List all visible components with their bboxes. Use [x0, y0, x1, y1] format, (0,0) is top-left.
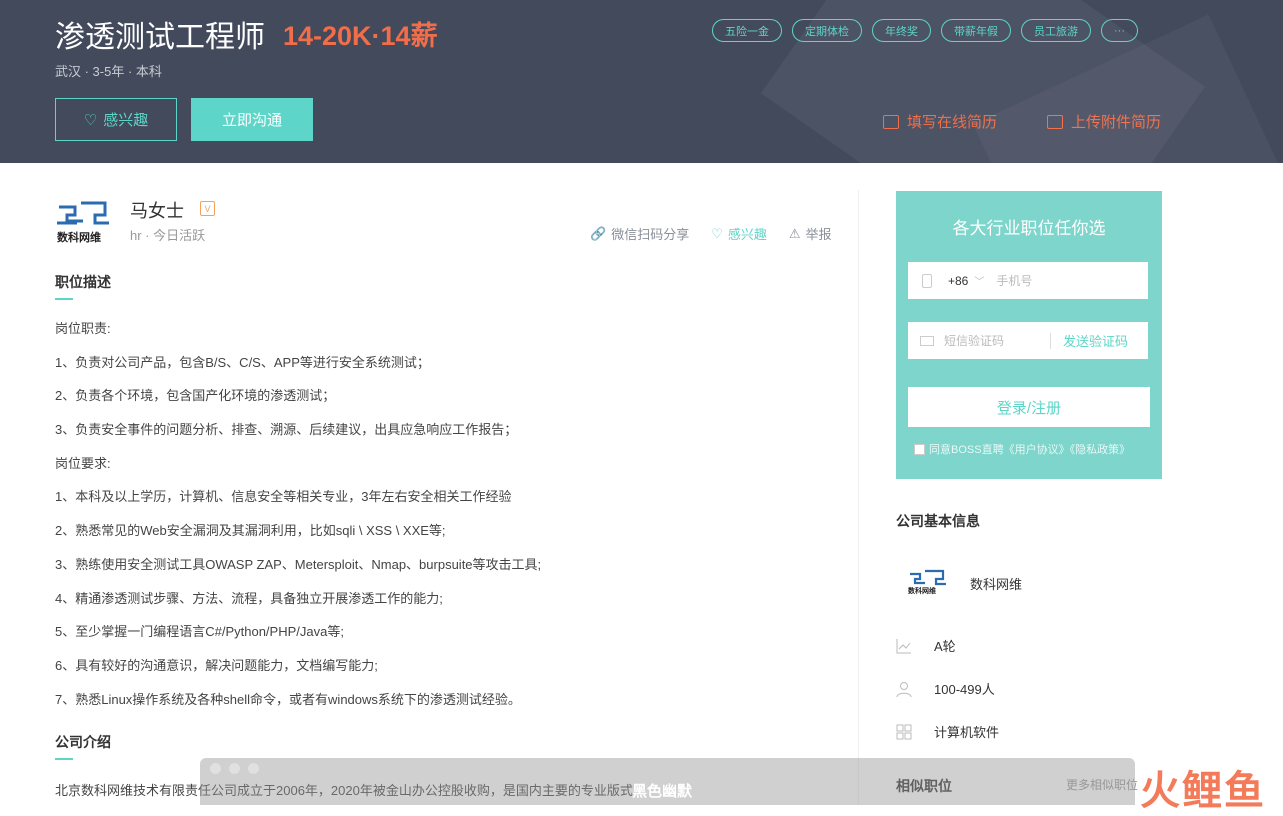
- company-industry: 计算机软件: [896, 722, 999, 741]
- heart-icon: ♡: [711, 225, 723, 241]
- benefit-tag: 年终奖: [872, 19, 931, 42]
- interest-action-label: 感兴趣: [727, 227, 767, 242]
- desc-line: 7、熟悉Linux操作系统及各种shell命令，或者有windows系统下的渗透…: [55, 691, 521, 707]
- heart-icon: ♡: [83, 111, 98, 129]
- sms-code-field[interactable]: 短信验证码 发送验证码: [908, 322, 1148, 359]
- desc-line: 4、精通渗透测试步骤、方法、流程，具备独立开展渗透工作的能力;: [55, 590, 443, 606]
- interest-button[interactable]: ♡ 感兴趣: [55, 98, 177, 141]
- fill-resume-label: 填写在线简历: [907, 114, 998, 131]
- interest-action[interactable]: ♡ 感兴趣: [711, 224, 767, 243]
- fill-resume-link[interactable]: 填写在线简历: [883, 111, 997, 132]
- benefit-tag: 员工旅游: [1021, 19, 1091, 42]
- person-icon: [896, 681, 912, 697]
- report-button[interactable]: ⚠ 举报: [789, 224, 832, 243]
- agree-label: 同意BOSS直聘《用户协议》《隐私政策》: [929, 444, 1131, 456]
- desc-line: 2、负责各个环境，包含国产化环境的渗透测试；: [55, 388, 336, 404]
- phone-input[interactable]: 手机号: [996, 272, 1032, 289]
- desc-line: 5、至少掌握一门编程语言C#/Python/PHP/Java等;: [55, 624, 344, 640]
- phone-field[interactable]: +86 ﹀ 手机号: [908, 262, 1148, 299]
- send-code-button[interactable]: 发送验证码: [1063, 331, 1128, 350]
- job-title: 渗透测试工程师: [55, 21, 265, 54]
- share-label: 微信扫码分享: [611, 227, 690, 242]
- desc-line: 1、本科及以上学历，计算机、信息安全等相关专业，3年左右安全相关工作经验: [55, 489, 512, 505]
- overlay-caption: 黑色幽默: [632, 783, 693, 800]
- logo-text: 数科网维: [57, 232, 101, 244]
- industry-label: 计算机软件: [934, 725, 1000, 740]
- chevron-down-icon: ﹀: [974, 277, 985, 288]
- recruiter-meta: hr · 今日活跃: [130, 228, 206, 243]
- desc-line: 岗位职责:: [55, 321, 111, 336]
- desc-line: 1、负责对公司产品，包含B/S、C/S、APP等进行安全系统测试；: [55, 354, 430, 370]
- company-name[interactable]: 数科网维: [970, 574, 1022, 593]
- sms-code-input[interactable]: 短信验证码: [944, 332, 1050, 349]
- upload-resume-label: 上传附件简历: [1071, 114, 1162, 131]
- company-size: 100-499人: [896, 679, 995, 698]
- benefit-tag: 带薪年假: [941, 19, 1011, 42]
- job-meta: 武汉 · 3-5年 · 本科: [55, 64, 162, 79]
- country-code-select[interactable]: +86: [948, 274, 968, 288]
- upload-icon: [1047, 114, 1063, 129]
- company-logo-small[interactable]: 数科网维: [900, 560, 950, 605]
- upload-resume-link[interactable]: 上传附件简历: [1047, 111, 1161, 132]
- login-panel: 各大行业职位任你选 +86 ﹀ 手机号 短信验证码 发送验证码 登录/注册 同意…: [896, 191, 1162, 479]
- link-icon: 🔗: [590, 225, 607, 241]
- job-header: 渗透测试工程师 14-20K·14薪 武汉 · 3-5年 · 本科 ♡ 感兴趣 …: [0, 0, 1283, 163]
- share-button[interactable]: 🔗 微信扫码分享: [590, 224, 689, 243]
- salary: 14-20K·14薪: [283, 21, 438, 51]
- divider: [1050, 332, 1051, 349]
- benefit-tags: 五险一金 定期体检 年终奖 带薪年假 员工旅游 ···: [712, 19, 1138, 42]
- benefit-tag: 五险一金: [712, 19, 782, 42]
- warning-icon: ⚠: [788, 225, 801, 241]
- size-label: 100-499人: [934, 682, 995, 697]
- job-description: 岗位职责: 1、负责对公司产品，包含B/S、C/S、APP等进行安全系统测试； …: [55, 320, 835, 724]
- watermark-logo: 火鲤鱼: [1140, 769, 1266, 813]
- agree-checkbox[interactable]: [914, 443, 925, 455]
- section-title-company-intro: 公司介绍: [55, 734, 111, 750]
- resume-icon: [883, 114, 899, 129]
- company-stage: A轮: [896, 636, 956, 655]
- column-divider: [858, 190, 859, 805]
- chat-button[interactable]: 立即沟通: [191, 98, 313, 141]
- company-logo: 数科网维: [55, 195, 113, 245]
- desc-line: 3、负责安全事件的问题分析、排查、溯源、后续建议，出具应急响应工作报告；: [55, 422, 518, 438]
- agreement: 同意BOSS直聘《用户协议》《隐私政策》: [914, 441, 1130, 457]
- dot-icon: [229, 763, 240, 774]
- dot-icon: [248, 763, 259, 774]
- desc-line: 2、熟悉常见的Web安全漏洞及其漏洞利用，比如sqli \ XSS \ XXE等…: [55, 523, 446, 539]
- panel-title: 各大行业职位任你选: [952, 219, 1106, 238]
- section-title-description: 职位描述: [55, 274, 111, 290]
- desc-line: 6、具有较好的沟通意识，解决问题能力，文档编写能力;: [55, 657, 378, 673]
- desc-line: 3、熟练使用安全测试工具OWASP ZAP、Metersploit、Nmap、b…: [55, 556, 542, 572]
- interest-label: 感兴趣: [103, 112, 149, 129]
- dot-icon: [210, 763, 221, 774]
- report-label: 举报: [805, 227, 832, 242]
- logo-text: 数科网维: [908, 588, 936, 595]
- section-underline: [55, 758, 73, 760]
- company-info-title: 公司基本信息: [896, 513, 980, 529]
- desc-line: 岗位要求:: [55, 455, 111, 471]
- chart-icon: [896, 638, 912, 654]
- job-actions: 🔗 微信扫码分享 ♡ 感兴趣 ⚠ 举报: [590, 224, 832, 243]
- login-button[interactable]: 登录/注册: [908, 387, 1150, 427]
- recruiter-name: 马女士: [130, 201, 184, 221]
- phone-icon: [922, 273, 932, 288]
- more-tags-button[interactable]: ···: [1101, 19, 1138, 42]
- verified-badge: V: [200, 201, 215, 216]
- stage-label: A轮: [934, 639, 956, 654]
- grid-icon: [896, 724, 912, 740]
- window-dots: [210, 763, 259, 774]
- section-underline: [55, 298, 73, 300]
- benefit-tag: 定期体检: [792, 19, 862, 42]
- message-icon: [920, 335, 934, 346]
